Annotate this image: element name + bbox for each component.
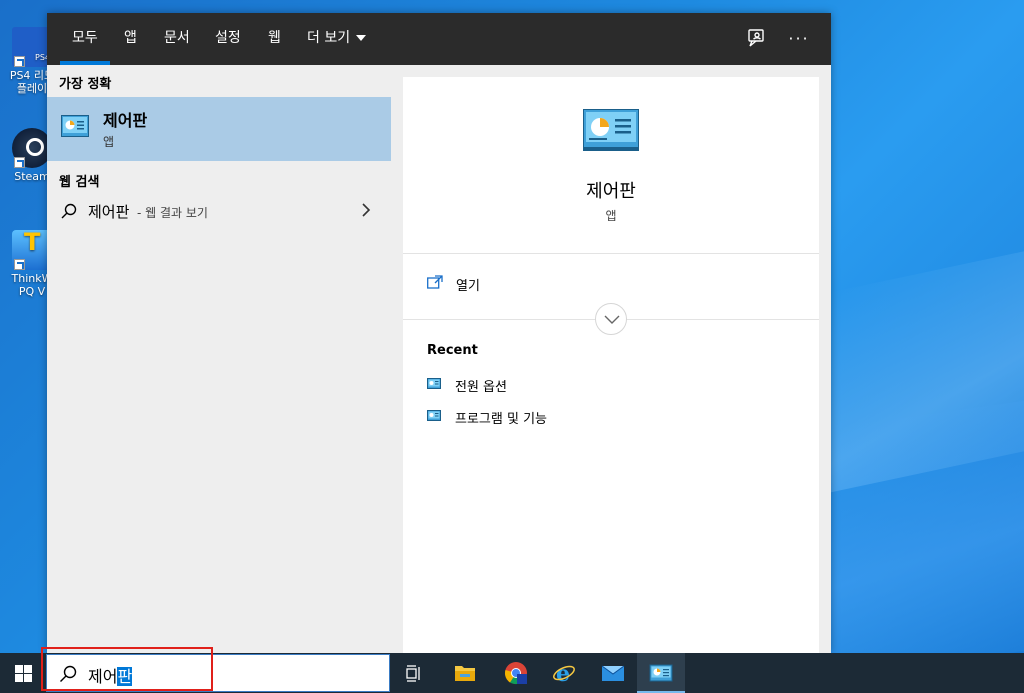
best-match-subtitle: 앱 xyxy=(103,135,115,149)
control-panel-icon xyxy=(583,109,639,151)
search-query: 제어판 xyxy=(88,663,133,687)
expand-button[interactable] xyxy=(595,303,627,335)
control-panel-icon xyxy=(61,115,89,137)
taskbar-mail[interactable] xyxy=(589,653,637,693)
search-icon xyxy=(60,665,77,682)
best-match-heading: 가장 정확 xyxy=(59,77,112,92)
steam-icon xyxy=(12,128,52,168)
chevron-right-icon[interactable] xyxy=(361,203,371,217)
more-options-icon[interactable]: ··· xyxy=(787,27,811,51)
open-icon xyxy=(427,275,443,289)
results-list: 가장 정확 제어판 앱 웹 검색 제어판 - 웹 결과 보기 xyxy=(47,65,391,653)
tab-apps[interactable]: 앱 xyxy=(124,13,137,65)
tab-web[interactable]: 웹 xyxy=(268,13,281,65)
web-search-heading: 웹 검색 xyxy=(59,175,100,190)
tab-settings[interactable]: 설정 xyxy=(215,13,241,65)
start-button[interactable] xyxy=(0,653,46,693)
taskbar: 제어판 e xyxy=(0,653,1024,693)
task-view-button[interactable] xyxy=(390,653,438,693)
recent-heading: Recent xyxy=(427,343,478,358)
search-icon xyxy=(61,203,77,219)
windows-logo-icon xyxy=(15,665,32,682)
control-panel-icon xyxy=(649,664,673,682)
taskbar-search-input[interactable]: 제어판 xyxy=(46,654,390,692)
mail-icon xyxy=(601,665,625,681)
best-match-result-control-panel[interactable]: 제어판 앱 xyxy=(47,97,391,161)
shortcut-arrow-icon xyxy=(14,56,25,67)
chrome-icon xyxy=(504,662,527,685)
taskbar-file-explorer[interactable] xyxy=(441,653,489,693)
recent-item-label: 프로그램 및 기능 xyxy=(455,412,547,427)
preview-title: 제어판 xyxy=(586,181,636,202)
shortcut-arrow-icon xyxy=(14,157,25,168)
ps4-icon: PS4 xyxy=(12,27,52,67)
feedback-icon[interactable] xyxy=(746,27,770,51)
control-panel-icon xyxy=(427,410,441,421)
search-panel: 모두 앱 문서 설정 웹 더 보기 ··· 가장 정확 제어판 앱 웹 검색 제… xyxy=(47,13,831,653)
search-query-selected-text: 판 xyxy=(117,667,133,686)
search-filter-bar: 모두 앱 문서 설정 웹 더 보기 ··· xyxy=(47,13,831,65)
control-panel-icon xyxy=(427,378,441,389)
web-search-term: 제어판 xyxy=(88,203,130,221)
internet-explorer-icon: e xyxy=(553,661,575,685)
search-query-text: 제어 xyxy=(88,667,118,686)
preview-pane: 제어판 앱 열기 Recent 전원 옵션 프로그램 및 기능 xyxy=(403,77,819,653)
taskbar-internet-explorer[interactable]: e xyxy=(540,653,588,693)
web-search-result[interactable]: 제어판 - 웹 결과 보기 xyxy=(47,199,391,227)
caret-down-icon xyxy=(356,35,367,41)
tab-all[interactable]: 모두 xyxy=(60,13,110,65)
task-view-icon xyxy=(406,665,420,682)
taskbar-chrome[interactable] xyxy=(492,653,540,693)
preview-subtitle: 앱 xyxy=(605,209,617,223)
recent-item-label: 전원 옵션 xyxy=(455,380,507,395)
tab-documents[interactable]: 문서 xyxy=(164,13,190,65)
open-label: 열기 xyxy=(456,279,480,294)
best-match-title: 제어판 xyxy=(103,111,148,130)
chevron-down-icon xyxy=(604,315,620,324)
taskbar-control-panel[interactable] xyxy=(637,653,685,693)
svg-text:e: e xyxy=(556,661,570,685)
divider xyxy=(403,253,819,254)
thinkworks-icon: T xyxy=(12,230,52,270)
tab-more[interactable]: 더 보기 xyxy=(307,13,367,65)
shortcut-arrow-icon xyxy=(14,259,25,270)
folder-icon xyxy=(455,666,475,681)
web-search-suffix: - 웹 결과 보기 xyxy=(137,206,208,220)
